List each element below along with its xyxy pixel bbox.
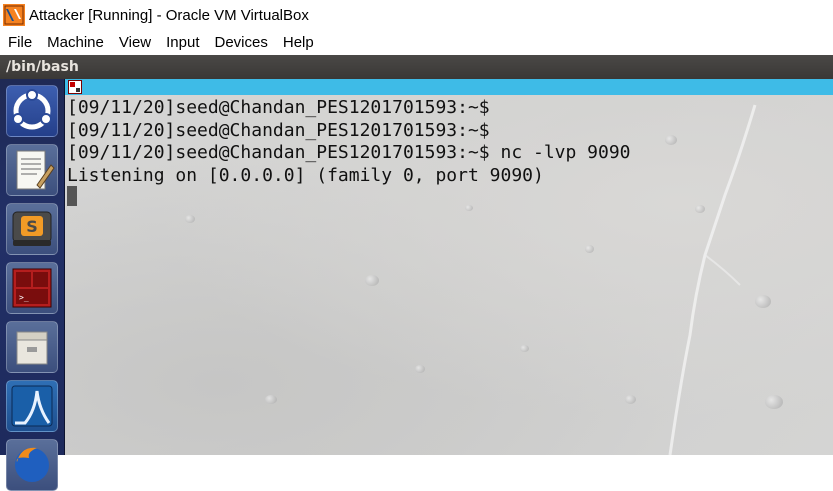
svg-text:>_: >_ [19, 293, 29, 302]
terminal-cursor [67, 186, 77, 206]
terminal-window[interactable]: [09/11/20]seed@Chandan_PES1201701593:~$ … [65, 95, 833, 455]
terminal-menu-icon[interactable] [68, 80, 82, 94]
terminal-line: [09/11/20]seed@Chandan_PES1201701593:~$ [67, 119, 490, 141]
terminal-output: [09/11/20]seed@Chandan_PES1201701593:~$ … [67, 97, 631, 187]
menu-devices[interactable]: Devices [207, 34, 275, 51]
file-cabinet-icon[interactable] [6, 321, 58, 373]
menu-help[interactable]: Help [275, 34, 321, 51]
unity-launcher: S >_ [0, 79, 65, 491]
terminal-line: [09/11/20]seed@Chandan_PES1201701593:~$ [67, 97, 490, 118]
menu-bar: File Machine View Input Devices Help [0, 30, 833, 55]
guest-window-title: /bin/bash [6, 59, 79, 75]
menu-machine[interactable]: Machine [39, 34, 111, 51]
sublime-text-icon[interactable]: S [6, 203, 58, 255]
wireshark-icon[interactable] [6, 380, 58, 432]
window-title: Attacker [Running] - Oracle VM VirtualBo… [29, 6, 309, 24]
virtualbox-logo-icon [3, 4, 25, 26]
ubuntu-dash-icon[interactable] [6, 85, 58, 137]
text-editor-icon[interactable] [6, 144, 58, 196]
terminator-icon[interactable]: >_ [6, 262, 58, 314]
menu-file[interactable]: File [0, 34, 39, 51]
guest-top-panel: /bin/bash [0, 55, 833, 79]
svg-text:S: S [26, 217, 38, 236]
menu-input[interactable]: Input [158, 34, 206, 51]
terminal-tab-strip [65, 79, 833, 95]
firefox-icon[interactable] [6, 439, 58, 491]
menu-view[interactable]: View [111, 34, 158, 51]
terminal-line: Listening on [0.0.0.0] (family 0, port 9… [67, 164, 544, 186]
window-title-bar: Attacker [Running] - Oracle VM VirtualBo… [0, 0, 833, 30]
terminal-line: [09/11/20]seed@Chandan_PES1201701593:~$ … [67, 142, 631, 163]
